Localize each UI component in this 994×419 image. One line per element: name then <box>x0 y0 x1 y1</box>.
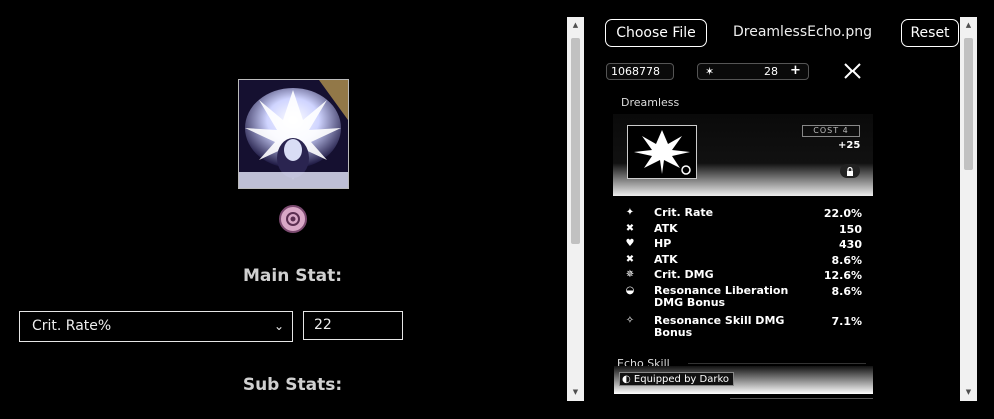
uid-text: 1068778 <box>611 65 660 78</box>
stat-name: ATK <box>654 222 678 235</box>
equipped-badge: ◐ Equipped by Darko <box>619 372 735 386</box>
reset-button[interactable]: Reset <box>901 19 959 47</box>
level-value: 28 <box>764 65 778 78</box>
character-icon: ◐ <box>622 374 631 385</box>
stat-name: Resonance Skill DMG Bonus <box>654 314 785 339</box>
scroll-down-icon[interactable]: ▼ <box>567 384 584 401</box>
level-plus: + <box>790 63 801 78</box>
lock-icon <box>840 164 860 178</box>
stat-name: Resonance Liberation DMG Bonus <box>654 284 789 309</box>
stat-value: 12.6% <box>823 269 862 282</box>
chevron-down-icon: ⌄ <box>273 319 284 333</box>
choose-file-button[interactable]: Choose File <box>605 19 707 47</box>
skill-icon: ✧ <box>625 315 635 326</box>
stat-name: Crit. Rate <box>654 206 714 219</box>
scroll-up-icon[interactable]: ▲ <box>567 17 584 34</box>
hp-icon: ♥ <box>625 238 635 249</box>
crit-dmg-icon: ✵ <box>625 269 635 280</box>
sonata-effect-icon <box>279 205 307 233</box>
stat-value: 22.0% <box>823 207 862 220</box>
atk-icon: ✖ <box>625 223 635 234</box>
equipped-by-text: Equipped by Darko <box>633 374 730 385</box>
stat-name: HP <box>654 237 672 250</box>
stat-value: 7.1% <box>831 315 862 328</box>
cost-badge: COST 4 <box>802 125 860 137</box>
stat-value: 8.6% <box>831 254 862 267</box>
level-badge: ✶ 28 + <box>697 63 809 80</box>
scrollbar-thumb[interactable] <box>964 38 973 170</box>
main-stat-select[interactable]: Crit. Rate% ⌄ <box>19 311 293 342</box>
main-stat-select-value: Crit. Rate% <box>32 318 112 334</box>
main-stat-value-input[interactable]: 22 <box>303 311 403 340</box>
cost-value: 4 <box>842 126 849 135</box>
scrollbar-right[interactable]: ▲ ▼ <box>960 17 977 401</box>
scrollbar-thumb[interactable] <box>571 38 580 244</box>
scroll-down-icon[interactable]: ▼ <box>960 384 977 401</box>
stat-value: 150 <box>839 223 862 236</box>
main-stat-heading: Main Stat: <box>242 266 342 286</box>
scrollbar-left[interactable]: ▲ ▼ <box>567 17 584 401</box>
echo-portrait <box>238 79 349 189</box>
star-icon: ✶ <box>705 65 715 78</box>
uid-badge: 1068778 <box>606 63 674 80</box>
divider <box>688 363 866 364</box>
scroll-up-icon[interactable]: ▲ <box>960 17 977 34</box>
upgrade-level: +25 <box>838 140 861 151</box>
divider <box>730 398 873 399</box>
stat-name: Crit. DMG <box>654 268 714 281</box>
stat-value: 8.6% <box>831 285 862 298</box>
echo-silhouette-icon <box>627 125 697 179</box>
liberation-icon: ◒ <box>625 285 635 296</box>
cost-label: COST <box>813 126 840 135</box>
stat-name: ATK <box>654 253 678 266</box>
swords-icon <box>843 62 862 84</box>
sub-stats-heading: Sub Stats: <box>242 375 343 395</box>
crit-rate-icon: ✦ <box>625 207 635 218</box>
atk-icon: ✖ <box>625 254 635 265</box>
echo-name: Dreamless <box>621 96 680 109</box>
filename-text: DreamlessEcho.png <box>733 24 872 40</box>
stat-value: 430 <box>839 238 862 251</box>
